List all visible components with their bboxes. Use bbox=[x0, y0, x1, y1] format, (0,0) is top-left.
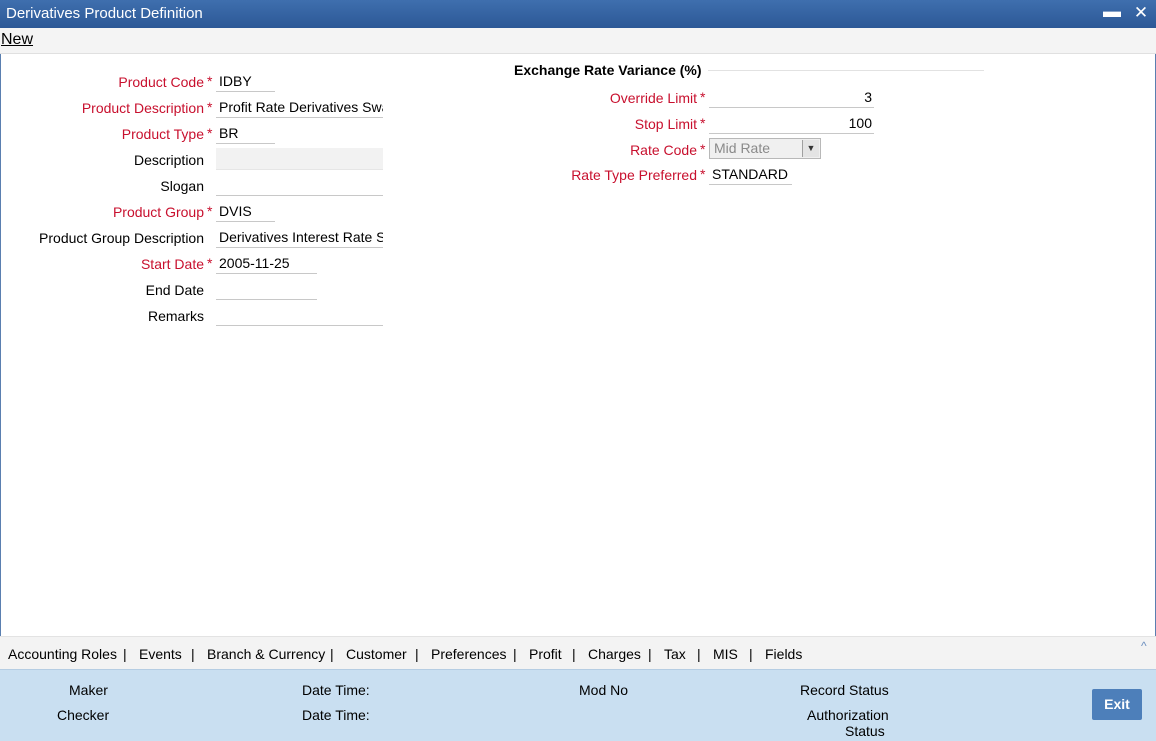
authorization-status-label: Authorization bbox=[807, 707, 889, 723]
required-marker: * bbox=[207, 99, 213, 115]
mod-no-label: Mod No bbox=[579, 682, 629, 698]
required-marker: * bbox=[700, 166, 706, 182]
product-group-description-label: Product Group Description bbox=[39, 230, 204, 246]
tab-profit[interactable]: Profit bbox=[529, 646, 562, 662]
tab-separator: | bbox=[749, 646, 753, 662]
required-marker: * bbox=[207, 73, 213, 89]
checker-label: Checker bbox=[57, 707, 110, 723]
product-type-label: Product Type bbox=[121, 126, 204, 142]
stop-limit-label: Stop Limit bbox=[634, 116, 697, 132]
end-date-label: End Date bbox=[145, 282, 204, 298]
maker-date-time-label: Date Time: bbox=[302, 682, 370, 698]
minimize-icon[interactable]: ▬ bbox=[1102, 1, 1122, 21]
remarks-field[interactable] bbox=[216, 304, 383, 326]
slogan-label: Slogan bbox=[160, 178, 204, 194]
chevron-up-icon[interactable]: ^ bbox=[1141, 639, 1147, 653]
description-field[interactable] bbox=[216, 148, 383, 170]
tab-customer[interactable]: Customer bbox=[346, 646, 407, 662]
tab-fields[interactable]: Fields bbox=[765, 646, 802, 662]
slogan-field[interactable] bbox=[216, 174, 383, 196]
required-marker: * bbox=[207, 255, 213, 271]
tab-separator: | bbox=[513, 646, 517, 662]
tab-mis[interactable]: MIS bbox=[713, 646, 738, 662]
description-label: Description bbox=[133, 152, 204, 168]
required-marker: * bbox=[207, 203, 213, 219]
product-group-field[interactable]: DVIS bbox=[216, 200, 275, 222]
maker-label: Maker bbox=[69, 682, 108, 698]
remarks-label: Remarks bbox=[147, 308, 204, 324]
override-limit-field[interactable]: 3 bbox=[709, 86, 874, 108]
window-title: Derivatives Product Definition bbox=[6, 5, 203, 22]
required-marker: * bbox=[700, 141, 706, 157]
end-date-field[interactable] bbox=[216, 278, 317, 300]
exit-button[interactable]: Exit bbox=[1092, 689, 1142, 720]
tab-separator: | bbox=[123, 646, 127, 662]
tab-tax[interactable]: Tax bbox=[664, 646, 686, 662]
product-code-label: Product Code bbox=[118, 74, 204, 90]
record-status-label: Record Status bbox=[800, 682, 889, 698]
override-limit-label: Override Limit bbox=[609, 90, 697, 106]
product-code-field[interactable]: IDBY bbox=[216, 70, 275, 92]
tab-separator: | bbox=[697, 646, 701, 662]
new-link[interactable]: New bbox=[1, 31, 33, 49]
chevron-down-icon[interactable]: ▼ bbox=[802, 140, 819, 157]
product-type-field[interactable]: BR bbox=[216, 122, 275, 144]
product-description-label: Product Description bbox=[81, 100, 204, 116]
authorization-status-label-line2: Status bbox=[845, 723, 885, 739]
rate-code-value: Mid Rate bbox=[714, 140, 771, 156]
audit-footer: Maker Checker Date Time: Date Time: Mod … bbox=[0, 669, 1156, 741]
tab-accounting-roles[interactable]: Accounting Roles bbox=[8, 646, 117, 662]
tab-separator: | bbox=[191, 646, 195, 662]
tab-preferences[interactable]: Preferences bbox=[431, 646, 506, 662]
checker-date-time-label: Date Time: bbox=[302, 707, 370, 723]
tab-separator: | bbox=[572, 646, 576, 662]
product-group-description-field[interactable]: Derivatives Interest Rate Sw bbox=[216, 226, 383, 248]
rate-code-label: Rate Code bbox=[630, 142, 697, 158]
tab-events[interactable]: Events bbox=[139, 646, 182, 662]
exchange-rate-section-title: Exchange Rate Variance (%) bbox=[514, 62, 702, 78]
rate-type-preferred-field[interactable]: STANDARD bbox=[709, 163, 792, 185]
section-divider bbox=[708, 70, 984, 71]
menu-bar: New bbox=[0, 28, 1156, 54]
tab-separator: | bbox=[415, 646, 419, 662]
tab-separator: | bbox=[648, 646, 652, 662]
tab-branch-currency[interactable]: Branch & Currency bbox=[207, 646, 325, 662]
title-bar: Derivatives Product Definition ▬ ✕ bbox=[0, 0, 1156, 28]
start-date-label: Start Date bbox=[140, 256, 204, 272]
product-group-label: Product Group bbox=[112, 204, 204, 220]
tab-charges[interactable]: Charges bbox=[588, 646, 641, 662]
start-date-field[interactable]: 2005-11-25 bbox=[216, 252, 317, 274]
required-marker: * bbox=[700, 89, 706, 105]
close-icon[interactable]: ✕ bbox=[1131, 3, 1151, 23]
tab-separator: | bbox=[330, 646, 334, 662]
rate-type-preferred-label: Rate Type Preferred bbox=[571, 167, 697, 183]
stop-limit-field[interactable]: 100 bbox=[709, 112, 874, 134]
required-marker: * bbox=[700, 115, 706, 131]
product-description-field[interactable]: Profit Rate Derivatives Swap bbox=[216, 96, 383, 118]
required-marker: * bbox=[207, 125, 213, 141]
tab-bar: Accounting Roles | Events | Branch & Cur… bbox=[0, 636, 1156, 670]
rate-code-select[interactable]: Mid Rate ▼ bbox=[709, 138, 821, 159]
